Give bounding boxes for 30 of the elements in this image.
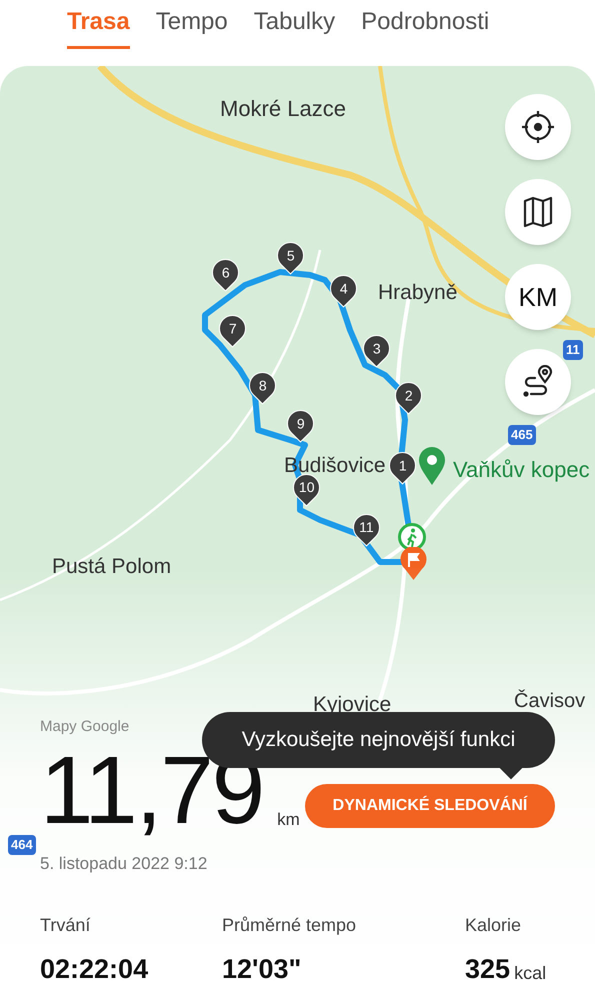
locate-button[interactable] bbox=[505, 94, 571, 160]
walker-icon bbox=[398, 523, 426, 551]
locate-icon bbox=[521, 110, 555, 144]
stat-value: 02:22:04 bbox=[40, 953, 148, 986]
place-label: Čavisov bbox=[514, 688, 586, 714]
distance-unit: km bbox=[277, 809, 300, 831]
place-label: Hrabyně bbox=[378, 280, 458, 306]
map-attribution: Mapy Google bbox=[40, 717, 130, 737]
route-pin-icon bbox=[521, 365, 555, 399]
layers-button[interactable] bbox=[505, 179, 571, 245]
stat-value: 325 bbox=[465, 953, 510, 986]
road-number-badge: 465 bbox=[508, 425, 536, 444]
activity-date: 5. listopadu 2022 9:12 bbox=[40, 852, 208, 874]
place-label: Pustá Polom bbox=[52, 554, 172, 580]
place-label: Vaňkův kopec bbox=[453, 456, 590, 484]
road-number-badge: 464 bbox=[8, 835, 36, 854]
stat-value: 12'03" bbox=[222, 953, 302, 986]
stat-label: Průměrné tempo bbox=[222, 914, 358, 937]
place-label: Mokré Lazce bbox=[220, 95, 346, 123]
road-number-badge: 11 bbox=[563, 340, 583, 360]
location-pin-icon bbox=[418, 447, 446, 485]
stat-label: Kalorie bbox=[465, 914, 522, 937]
tab[interactable]: Tabulky bbox=[254, 4, 336, 49]
units-button[interactable]: KM bbox=[505, 264, 571, 330]
flag-pin-icon bbox=[400, 547, 427, 580]
map-icon bbox=[523, 196, 553, 228]
tab[interactable]: Tempo bbox=[156, 4, 228, 49]
stat-unit: kcal bbox=[514, 962, 546, 984]
tab[interactable]: Podrobnosti bbox=[361, 4, 490, 49]
stat-label: Trvání bbox=[40, 914, 92, 937]
